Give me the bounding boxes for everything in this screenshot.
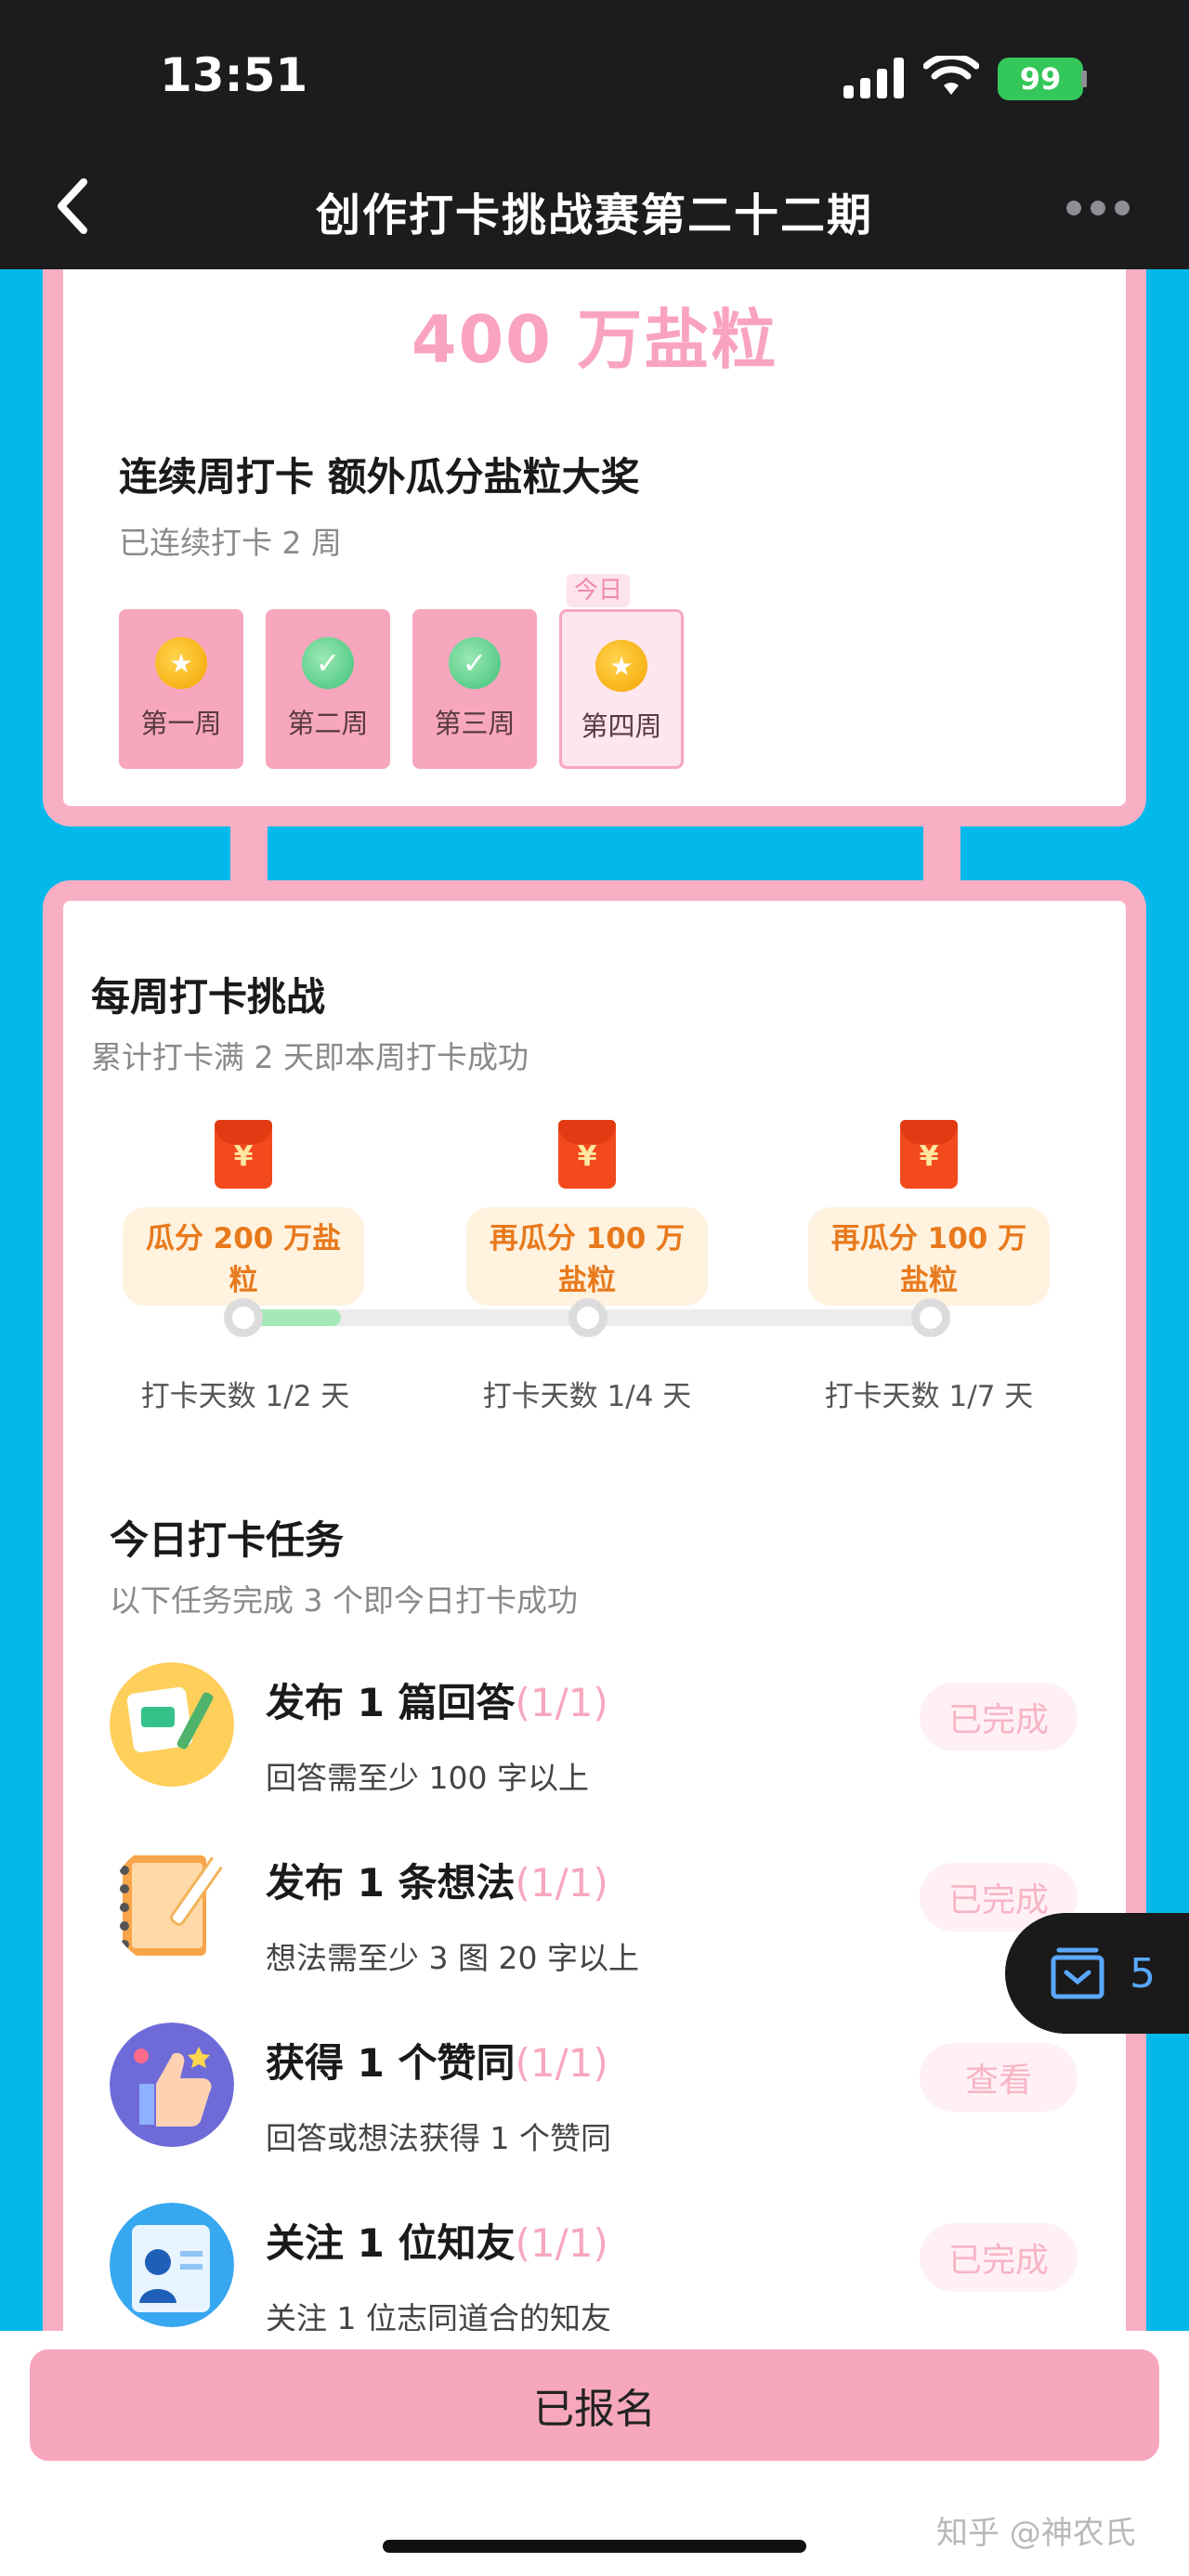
reward-tier: ¥ 再瓜分 100 万盐粒 xyxy=(808,1120,1050,1306)
inbox-count: 5 xyxy=(1130,1949,1156,1997)
battery-level: 99 xyxy=(1019,61,1062,97)
task-title: 发布 1 篇回答(1/1) xyxy=(266,1672,608,1728)
battery-indicator: 99 xyxy=(998,58,1083,100)
status-time: 13:51 xyxy=(160,48,308,102)
consecutive-subtitle: 已连续打卡 2 周 xyxy=(119,525,342,561)
page-title: 创作打卡挑战赛第二十二期 xyxy=(315,189,873,241)
task-progress: (1/1) xyxy=(515,2040,608,2086)
red-envelope-icon: ¥ xyxy=(900,1120,958,1189)
week-label: 第一周 xyxy=(140,708,222,739)
consecutive-card: 400 万盐粒 连续周打卡 额外瓜分盐粒大奖 已连续打卡 2 周 今日 ★ 第一… xyxy=(43,223,1146,826)
week-label: 第四周 xyxy=(581,710,662,742)
coin-icon: ★ xyxy=(595,640,647,692)
more-options-icon[interactable] xyxy=(1066,201,1130,215)
task-description: 想法需至少 3 图 20 字以上 xyxy=(266,1940,639,1976)
reward-label: 再瓜分 100 万盐粒 xyxy=(466,1207,708,1306)
task-title: 关注 1 位知友(1/1) xyxy=(266,2212,608,2269)
coin-icon: ★ xyxy=(155,637,207,689)
answer-icon xyxy=(110,1662,234,1787)
view-button[interactable]: 查看 xyxy=(920,2043,1078,2112)
days-counter: 打卡天数 1/4 天 xyxy=(482,1380,692,1413)
prize-amount: 400 万盐粒 xyxy=(411,302,778,378)
home-indicator[interactable] xyxy=(383,2540,806,2553)
week-list: ★ 第一周 ✓ 第二周 ✓ 第三周 ★ 第四周 xyxy=(119,609,684,769)
red-envelope-icon: ¥ xyxy=(215,1120,272,1189)
task-progress: (1/1) xyxy=(515,1680,608,1725)
notebook-icon xyxy=(120,1854,226,1956)
daily-subtitle: 以下任务完成 3 个即今日打卡成功 xyxy=(110,1582,578,1619)
red-envelope-icon: ¥ xyxy=(558,1120,616,1189)
daily-title: 今日打卡任务 xyxy=(110,1517,345,1563)
check-icon: ✓ xyxy=(302,637,354,689)
week-item-current: ★ 第四周 xyxy=(559,609,684,769)
progress-node xyxy=(568,1298,608,1337)
weekly-subtitle: 累计打卡满 2 天即本周打卡成功 xyxy=(91,1039,529,1075)
thumbs-up-icon xyxy=(110,2023,234,2147)
week-item: ★ 第一周 xyxy=(119,609,243,769)
floating-inbox-widget[interactable]: 5 xyxy=(1005,1913,1189,2034)
week-item: ✓ 第三周 xyxy=(412,609,537,769)
progress-node xyxy=(911,1298,950,1337)
signal-icon xyxy=(843,58,905,98)
watermark: 知乎 @神农氏 xyxy=(936,2515,1136,2552)
reward-tier: ¥ 再瓜分 100 万盐粒 xyxy=(466,1120,708,1306)
task-name: 发布 1 篇回答 xyxy=(266,1680,516,1725)
signup-button[interactable]: 已报名 xyxy=(30,2349,1159,2461)
task-progress: (1/1) xyxy=(515,2220,608,2266)
task-item: 发布 1 篇回答(1/1) 回答需至少 100 字以上 已完成 xyxy=(110,1662,1085,1829)
task-name: 获得 1 个赞同 xyxy=(266,2040,516,2086)
task-completed-button[interactable]: 已完成 xyxy=(920,1683,1078,1751)
today-tag: 今日 xyxy=(567,574,630,607)
task-title: 获得 1 个赞同(1/1) xyxy=(266,2032,608,2088)
task-title: 发布 1 条想法(1/1) xyxy=(266,1852,608,1908)
task-progress: (1/1) xyxy=(515,1860,608,1906)
top-bar: 13:51 99 创作打卡挑战赛第二十二期 xyxy=(0,0,1189,269)
weekly-title: 每周打卡挑战 xyxy=(91,974,326,1020)
task-item: 发布 1 条想法(1/1) 想法需至少 3 图 20 字以上 已完成 xyxy=(110,1842,1085,2010)
days-counter: 打卡天数 1/7 天 xyxy=(824,1380,1034,1413)
task-description: 回答或想法获得 1 个赞同 xyxy=(266,2120,611,2156)
battery-tip xyxy=(1081,71,1087,87)
task-item: 获得 1 个赞同(1/1) 回答或想法获得 1 个赞同 查看 xyxy=(110,2023,1085,2190)
task-completed-button[interactable]: 已完成 xyxy=(920,2223,1078,2292)
reward-label: 瓜分 200 万盐粒 xyxy=(123,1207,364,1306)
days-counter: 打卡天数 1/2 天 xyxy=(140,1380,350,1413)
inbox-icon xyxy=(1051,1947,1104,1999)
wifi-icon xyxy=(923,56,979,95)
progress-node xyxy=(224,1298,263,1337)
week-label: 第二周 xyxy=(287,708,369,739)
task-description: 回答需至少 100 字以上 xyxy=(266,1760,589,1796)
profile-card-icon xyxy=(110,2203,234,2327)
consecutive-title: 连续周打卡 额外瓜分盐粒大奖 xyxy=(119,454,640,500)
check-icon: ✓ xyxy=(449,637,501,689)
week-label: 第三周 xyxy=(434,708,516,739)
task-name: 关注 1 位知友 xyxy=(266,2220,516,2266)
reward-tier: ¥ 瓜分 200 万盐粒 xyxy=(123,1120,364,1306)
week-item: ✓ 第二周 xyxy=(266,609,390,769)
reward-label: 再瓜分 100 万盐粒 xyxy=(808,1207,1050,1306)
task-name: 发布 1 条想法 xyxy=(266,1860,516,1906)
